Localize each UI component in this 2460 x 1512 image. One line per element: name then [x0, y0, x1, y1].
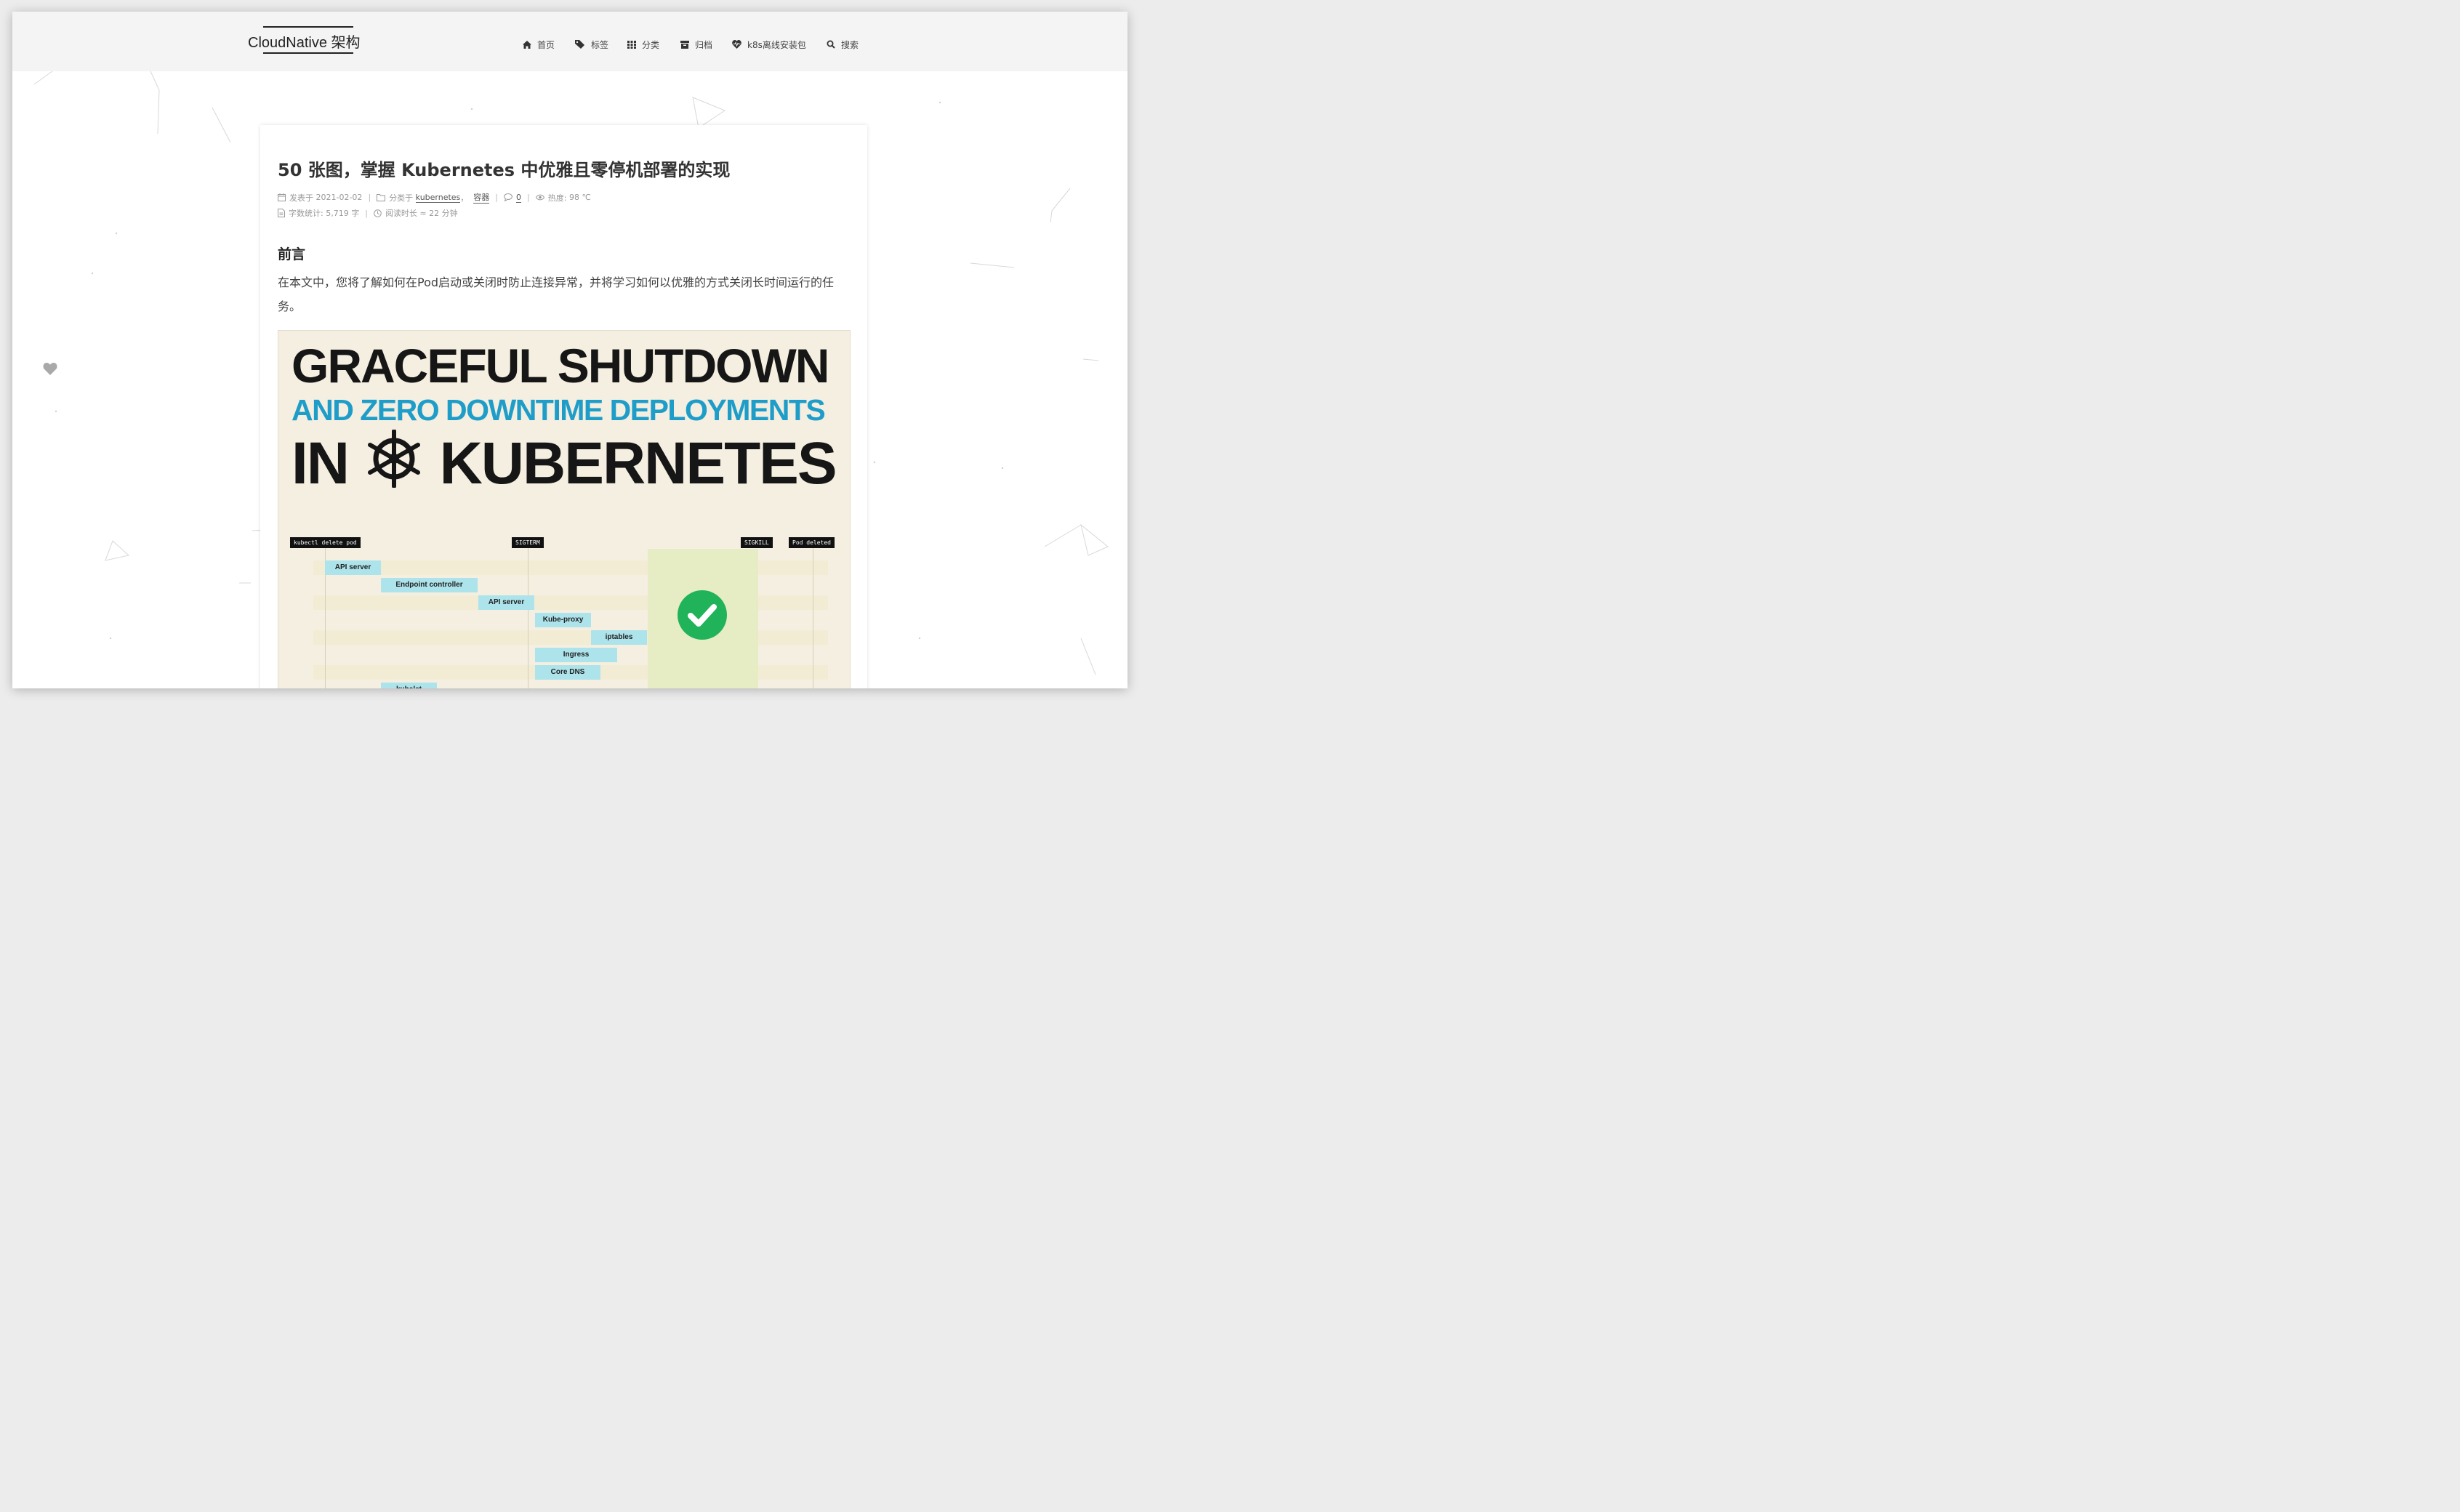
nav-archives-label: 归档 — [695, 39, 713, 50]
comment-count-link[interactable]: 0 — [516, 193, 522, 203]
brand-top-rule — [263, 26, 353, 28]
heartbeat-icon — [732, 40, 741, 49]
step-kubelet: kubelet — [381, 683, 437, 688]
step-iptables: iptables — [591, 630, 647, 645]
comment-icon — [504, 193, 512, 201]
brand-bottom-rule — [263, 52, 353, 54]
eye-icon — [535, 194, 544, 201]
step-api-server-2: API server — [478, 595, 534, 610]
nav-search-label: 搜索 — [841, 39, 859, 50]
nav-tags[interactable]: 标签 — [575, 38, 608, 51]
reading-time-label: 阅读时长 ≈ — [385, 209, 427, 218]
folder-icon — [377, 193, 386, 201]
site-header: CloudNative 架构 首页 标签 分类 归档 k8s离线安装包 搜索 — [12, 12, 1128, 71]
post-title[interactable]: 50 张图，掌握 Kubernetes 中优雅且零停机部署的实现 — [278, 156, 730, 181]
nav-categories-label: 分类 — [642, 39, 660, 50]
grid-icon — [627, 40, 636, 49]
browser-window: CloudNative 架构 首页 标签 分类 归档 k8s离线安装包 搜索 5… — [12, 12, 1128, 688]
article-banner-image: GRACEFUL SHUTDOWN AND ZERO DOWNTIME DEPL… — [278, 330, 851, 688]
nav-k8s-offline-package-label: k8s离线安装包 — [747, 39, 806, 50]
banner-line-2: AND ZERO DOWNTIME DEPLOYMENTS — [292, 393, 826, 427]
category-link-containers[interactable]: 容器 — [473, 191, 490, 204]
section-heading: 前言 — [278, 246, 306, 262]
timeline-label-sigkill: SIGKILL — [741, 537, 773, 548]
banner-line-1: GRACEFUL SHUTDOWN — [292, 339, 829, 393]
nav-tags-label: 标签 — [591, 39, 609, 50]
nav-k8s-offline-package[interactable]: k8s离线安装包 — [732, 38, 806, 51]
step-ingress: Ingress — [535, 648, 617, 662]
post-meta-row-1: 发表于 2021-02-02 | 分类于 kubernetes ， 容器 | 0… — [278, 191, 591, 204]
category-label: 分类于 — [389, 193, 414, 203]
kubernetes-helm-icon — [367, 429, 420, 488]
meta-divider: | — [495, 193, 499, 202]
heat-value: 98 ℃ — [568, 193, 591, 202]
heart-icon[interactable] — [43, 362, 57, 375]
timeline-label-pod-deleted: Pod deleted — [789, 537, 835, 548]
timeline-label-delete-pod: kubectl delete pod — [290, 537, 361, 548]
published-date: 2021-02-02 — [315, 193, 363, 202]
published-label: 发表于 — [289, 193, 313, 203]
meta-divider: | — [527, 193, 530, 202]
banner-line-3-in: IN — [292, 430, 350, 496]
checkmark-icon — [678, 590, 727, 640]
banner-line-3-kubernetes: KUBERNETES — [439, 430, 837, 496]
file-text-icon — [278, 209, 285, 217]
post-card: 50 张图，掌握 Kubernetes 中优雅且零停机部署的实现 发表于 202… — [260, 125, 867, 688]
calendar-icon — [278, 193, 286, 201]
tags-icon — [575, 40, 584, 49]
step-kube-proxy: Kube-proxy — [535, 613, 591, 627]
step-core-dns: Core DNS — [535, 665, 600, 680]
site-brand[interactable]: CloudNative 架构 — [248, 31, 361, 52]
meta-divider: | — [368, 193, 371, 202]
post-meta-row-2: 字数统计: 5,719 字 | 阅读时长 ≈ 22 分钟 — [278, 207, 458, 219]
nav-home-label: 首页 — [537, 39, 555, 50]
nav-archives[interactable]: 归档 — [680, 38, 712, 51]
reading-time-value: 22 分钟 — [429, 209, 458, 218]
clock-icon — [374, 209, 382, 217]
word-count-label: 字数统计: — [289, 209, 323, 218]
archive-icon — [680, 40, 689, 49]
nav-categories[interactable]: 分类 — [627, 38, 659, 51]
step-endpoint-controller: Endpoint controller — [381, 578, 478, 592]
nav-search[interactable]: 搜索 — [827, 38, 859, 51]
timeline-label-sigterm: SIGTERM — [512, 537, 544, 548]
category-separator: ， — [460, 193, 469, 203]
intro-paragraph: 在本文中，您将了解如何在Pod启动或关闭时防止连接异常，并将学习如何以优雅的方式… — [278, 276, 835, 313]
search-icon — [827, 40, 835, 49]
word-count-value: 5,719 字 — [326, 209, 360, 218]
nav-home[interactable]: 首页 — [523, 38, 555, 51]
step-api-server: API server — [325, 560, 381, 575]
meta-divider: | — [365, 208, 368, 218]
banner-line-3: IN KUBERNETES — [292, 429, 837, 498]
category-link-kubernetes[interactable]: kubernetes — [415, 193, 461, 203]
heat-label: 热度: — [547, 193, 567, 203]
home-icon — [523, 40, 531, 49]
